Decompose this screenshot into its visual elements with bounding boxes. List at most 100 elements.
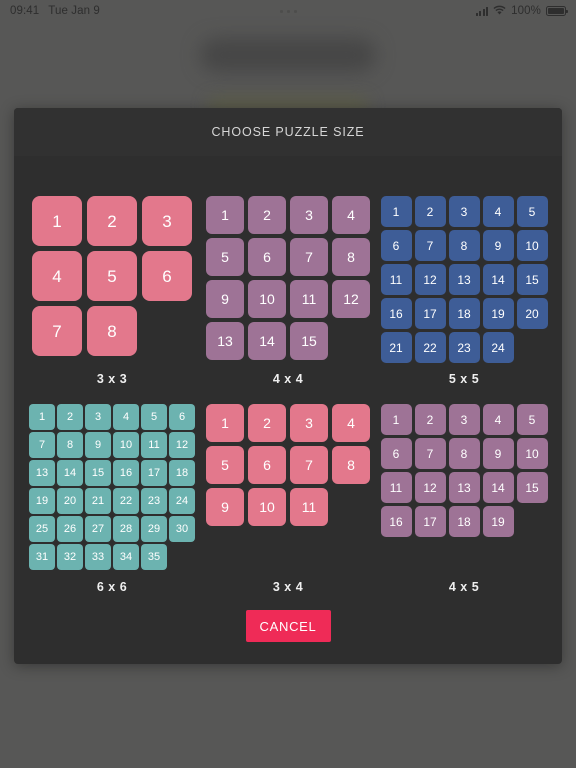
puzzle-preview: 123 456 78: [24, 196, 200, 368]
puzzle-tile: 2: [87, 196, 137, 246]
puzzle-tile: 21: [85, 488, 111, 514]
puzzle-tile: 6: [169, 404, 195, 430]
puzzle-tile: 20: [57, 488, 83, 514]
puzzle-tile: 11: [290, 488, 328, 526]
puzzle-tile: 4: [113, 404, 139, 430]
puzzle-tile: 16: [380, 506, 412, 537]
puzzle-tile: 30: [169, 516, 195, 542]
puzzle-tile: 7: [290, 238, 328, 276]
dialog-body: 123456783 x 3 1 2 3 4 5 6 7 8 9 10 11 12 13 14 15 4 x 41…: [14, 156, 562, 664]
puzzle-tile: 1: [206, 404, 244, 442]
puzzle-size-4x5[interactable]: 1 2 3 4 5 6 7 8 9 10 11 12 13 14 15 16 17 18 19 4 x 5: [376, 404, 552, 612]
puzzle-tile: 32: [57, 544, 83, 570]
cancel-button[interactable]: CANCEL: [245, 610, 331, 642]
puzzle-preview: 1 2 3 4 5 6 7 8 9 10 11 12 13 14 15 16 17 18 19: [376, 404, 552, 576]
puzzle-tile: 22: [113, 488, 139, 514]
puzzle-tile: 3: [448, 196, 480, 227]
puzzle-tile: 11: [380, 472, 412, 503]
puzzle-tile: 10: [516, 438, 548, 469]
puzzle-tile: 2: [414, 404, 446, 435]
puzzle-tile: 11: [290, 280, 328, 318]
puzzle-tile: 26: [57, 516, 83, 542]
dot: [293, 9, 297, 13]
puzzle-tile-blank: [332, 488, 370, 526]
puzzle-tile: 23: [448, 332, 480, 363]
puzzle-size-5x5[interactable]: 1 2 3 4 5 6 7 8 9 10 11 12 13 14 15 16 17 18 19 20 21 22 23 24 5…: [376, 196, 552, 404]
puzzle-tile: 8: [57, 432, 83, 458]
puzzle-tile: 4: [332, 196, 370, 234]
puzzle-tile: 2: [414, 196, 446, 227]
puzzle-tile: 18: [169, 460, 195, 486]
puzzle-tile: 35: [141, 544, 167, 570]
puzzle-tile: 5: [516, 404, 548, 435]
puzzle-tile: 19: [29, 488, 55, 514]
puzzle-tile-blank: [169, 544, 195, 570]
puzzle-size-6x6[interactable]: 1 2 3 4 5 6 7 8 9 10 11 12 13 14 15 16 17 18 19 20 21 22 23 24 2…: [24, 404, 200, 612]
puzzle-tile: 11: [141, 432, 167, 458]
puzzle-tile: 21: [380, 332, 412, 363]
puzzle-tile: 17: [141, 460, 167, 486]
puzzle-tile: 12: [414, 264, 446, 295]
puzzle-tile: 5: [87, 251, 137, 301]
puzzle-tile: 4: [332, 404, 370, 442]
puzzle-size-label: 4 x 5: [448, 580, 480, 594]
puzzle-size-label: 5 x 5: [448, 372, 480, 386]
puzzle-tile: 2: [248, 196, 286, 234]
puzzle-tile-grid: 1 2 3 4 5 6 7 8 9 10 11: [206, 404, 370, 526]
wifi-icon: [493, 5, 506, 18]
puzzle-tile-grid: 1 2 3 4 5 6 7 8 9 10 11 12 13 14 15 16 17 18 19 20 21 22 23 24: [380, 196, 548, 363]
puzzle-tile: 12: [169, 432, 195, 458]
puzzle-tile: 5: [516, 196, 548, 227]
puzzle-tile: 19: [482, 506, 514, 537]
puzzle-tile: 18: [448, 298, 480, 329]
puzzle-tile: 17: [414, 298, 446, 329]
dialog-header: CHOOSE PUZZLE SIZE: [14, 108, 562, 156]
puzzle-tile: 14: [57, 460, 83, 486]
puzzle-preview: 1 2 3 4 5 6 7 8 9 10 11 12 13 14 15 16 17 18 19 20 21 22 23 24: [376, 196, 552, 368]
puzzle-tile: 9: [85, 432, 111, 458]
puzzle-tile: 17: [414, 506, 446, 537]
status-date: Tue Jan 9: [48, 5, 100, 17]
puzzle-tile: 13: [206, 322, 244, 360]
puzzle-tile: 9: [206, 488, 244, 526]
puzzle-tile: 9: [482, 438, 514, 469]
puzzle-tile-blank: [517, 506, 548, 537]
puzzle-size-3x4[interactable]: 1 2 3 4 5 6 7 8 9 10 11 3 x 4: [200, 404, 376, 612]
puzzle-preview: 1 2 3 4 5 6 7 8 9 10 11: [200, 404, 376, 576]
puzzle-size-4x4[interactable]: 1 2 3 4 5 6 7 8 9 10 11 12 13 14 15 4 x 4: [200, 196, 376, 404]
puzzle-tile: 11: [380, 264, 412, 295]
puzzle-tile: 14: [248, 322, 286, 360]
status-bar-left: 09:41 Tue Jan 9: [10, 5, 100, 17]
puzzle-tile: 1: [380, 196, 412, 227]
puzzle-tile: 27: [85, 516, 111, 542]
puzzle-tile: 12: [414, 472, 446, 503]
puzzle-tile: 20: [516, 298, 548, 329]
puzzle-tile: 10: [248, 280, 286, 318]
puzzle-tile: 3: [290, 404, 328, 442]
puzzle-tile: 34: [113, 544, 139, 570]
battery-full-icon: [546, 6, 568, 16]
puzzle-tile: 7: [290, 446, 328, 484]
puzzle-tile-grid: 123 456 78: [32, 196, 192, 356]
puzzle-tile: 3: [448, 404, 480, 435]
puzzle-tile: 8: [87, 306, 137, 356]
puzzle-tile: 6: [142, 251, 192, 301]
puzzle-tile: 2: [57, 404, 83, 430]
puzzle-tile: 3: [290, 196, 328, 234]
puzzle-tile: 1: [32, 196, 82, 246]
dot: [286, 9, 290, 13]
puzzle-tile: 16: [113, 460, 139, 486]
puzzle-tile: 7: [414, 438, 446, 469]
puzzle-tile: 14: [482, 264, 514, 295]
puzzle-tile: 1: [380, 404, 412, 435]
puzzle-tile-grid: 1 2 3 4 5 6 7 8 9 10 11 12 13 14 15: [206, 196, 370, 360]
puzzle-tile: 6: [380, 230, 412, 261]
puzzle-tile: 9: [482, 230, 514, 261]
puzzle-tile: 25: [29, 516, 55, 542]
puzzle-size-3x3[interactable]: 123 456 78 3 x 3: [24, 196, 200, 404]
background-blurred-card: [200, 38, 376, 72]
puzzle-tile: 8: [332, 238, 370, 276]
puzzle-tile: 2: [248, 404, 286, 442]
cellular-bars-icon: [475, 6, 489, 16]
puzzle-tile: 15: [516, 472, 548, 503]
